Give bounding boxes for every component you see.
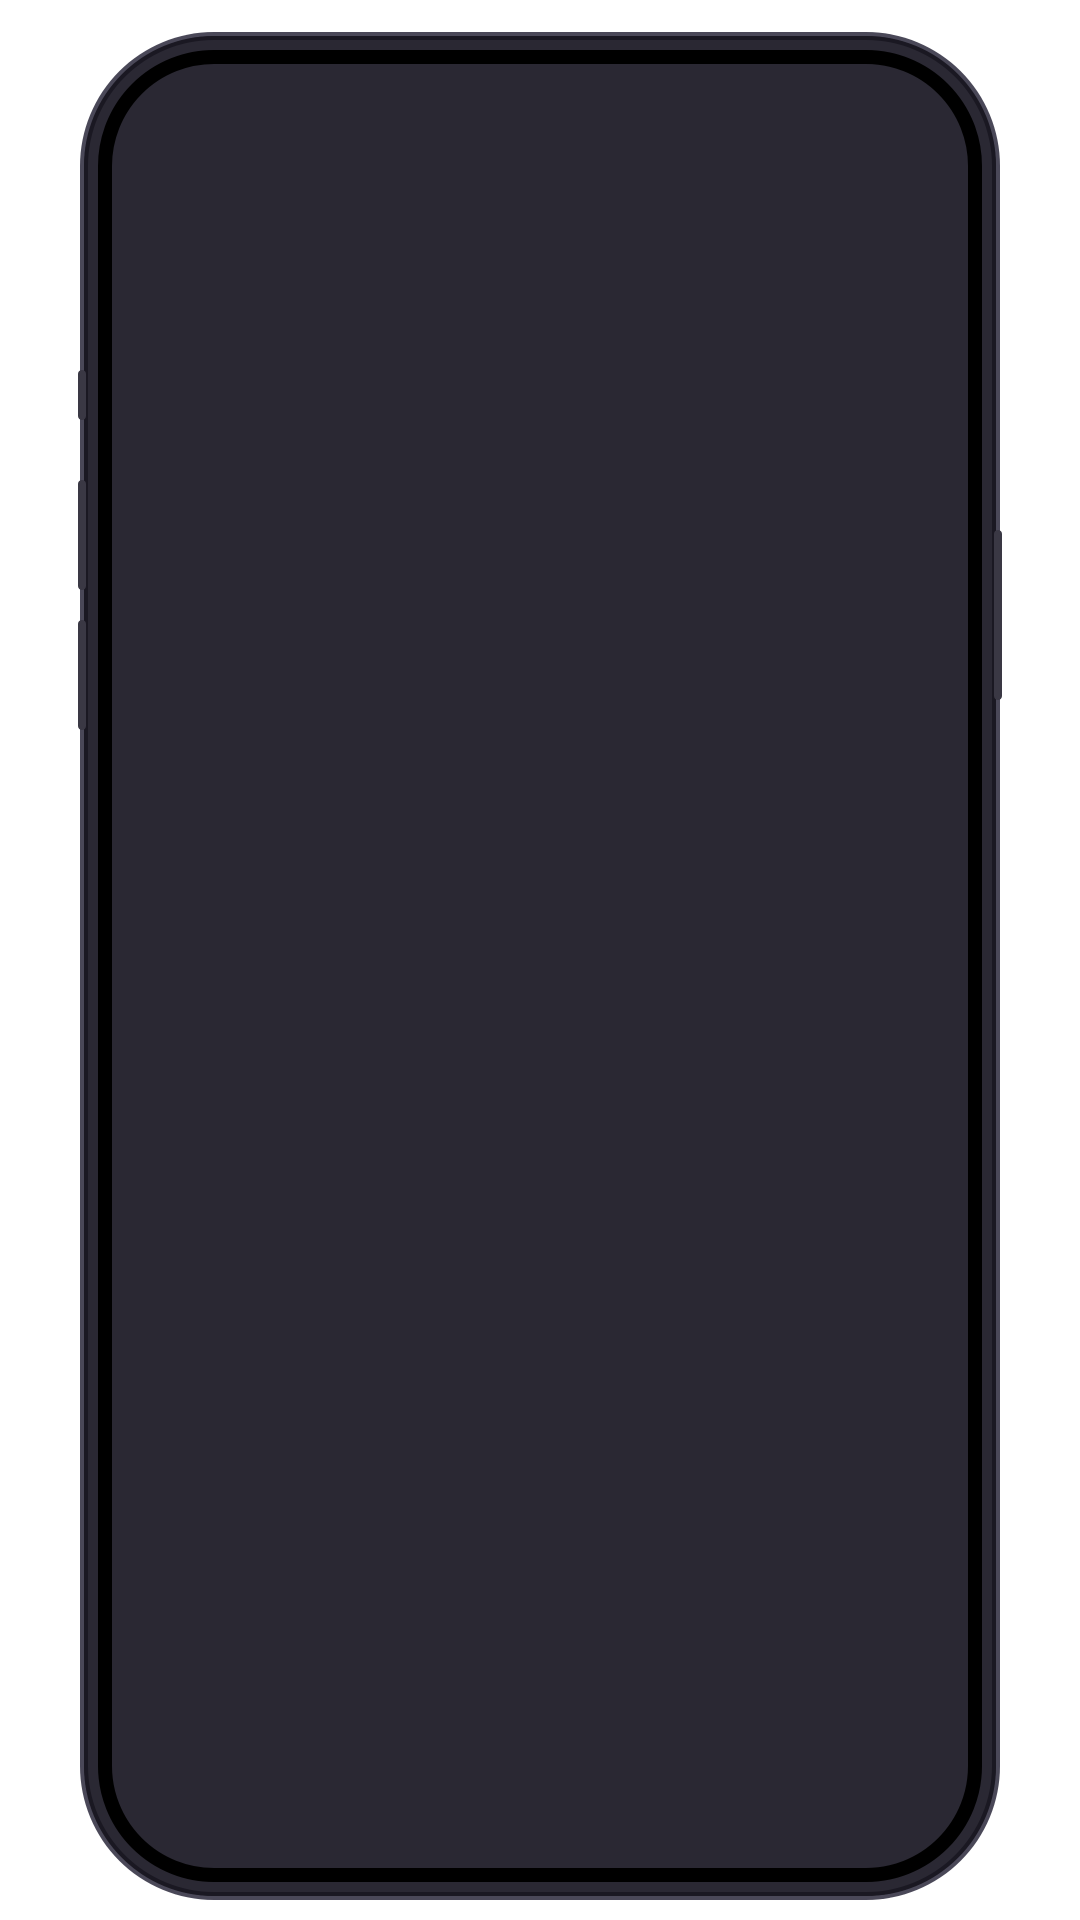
content-area: Boyut 79 KB ? <box>112 246 968 638</box>
wifi-icon <box>802 97 836 136</box>
total-size-label: 79 KB <box>496 1779 583 1816</box>
phone-silent-switch <box>78 370 86 420</box>
phone-power-button <box>994 530 1002 700</box>
thumbnail-highlight-box: 79 KB ? <box>120 302 426 638</box>
thumbnail-size-label: 79 KB <box>306 318 377 349</box>
phone-volume-down <box>78 620 86 730</box>
section-label: Boyut <box>112 260 968 294</box>
back-button[interactable] <box>132 167 182 217</box>
phone-screen: 13:26 92 <box>112 64 968 1868</box>
file-thumbnail[interactable]: 79 KB ? <box>135 309 389 593</box>
status-right: 92 <box>759 97 928 136</box>
battery-indicator: 92 <box>846 102 908 130</box>
select-button[interactable]: Seç <box>855 166 938 217</box>
status-left: 13:26 <box>152 94 323 139</box>
battery-level: 92 <box>846 102 902 130</box>
home-indicator[interactable] <box>400 1844 680 1854</box>
sort-button[interactable] <box>150 1758 200 1808</box>
dynamic-island <box>413 90 668 166</box>
cellular-signal-icon <box>759 104 792 128</box>
silent-bell-icon <box>287 94 323 139</box>
chevron-left-icon <box>143 170 171 214</box>
thumbnail-header: 79 KB <box>135 309 389 357</box>
camera-lens <box>620 116 644 140</box>
phone-volume-up <box>78 480 86 590</box>
sort-arrows-icon <box>153 1761 197 1805</box>
question-mark-icon: ? <box>240 405 285 497</box>
status-time: 13:26 <box>192 97 279 136</box>
